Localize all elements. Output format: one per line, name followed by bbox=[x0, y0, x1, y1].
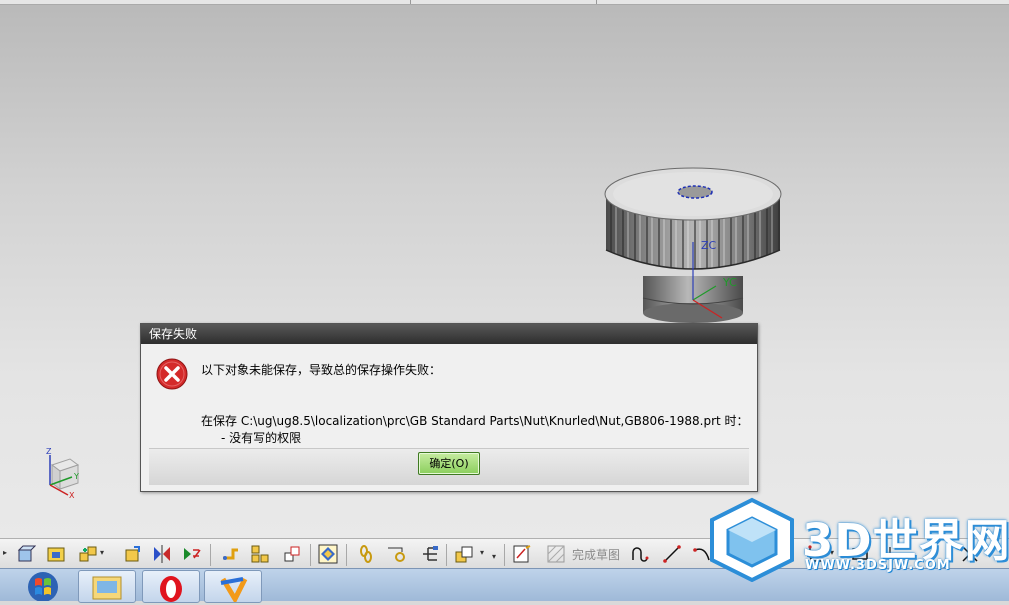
top-border bbox=[0, 0, 1009, 5]
finish-sketch-label[interactable]: 完成草图 bbox=[572, 546, 620, 563]
folder-icon bbox=[92, 576, 122, 600]
sketch-plane-icon[interactable] bbox=[454, 544, 474, 564]
constraint-navigator-icon[interactable] bbox=[386, 544, 406, 564]
opera-icon bbox=[160, 576, 182, 602]
assembly-dropdown-icon[interactable]: ▾ bbox=[100, 548, 104, 557]
watermark-logo: 3D世界网 WWW.3DSJW.COM bbox=[700, 492, 1009, 582]
constraint-icon[interactable] bbox=[182, 544, 202, 564]
sketch-icon[interactable] bbox=[512, 544, 532, 564]
triad-y-label: Y bbox=[73, 472, 79, 481]
error-icon bbox=[156, 358, 188, 390]
wave-geometry-icon[interactable] bbox=[220, 544, 240, 564]
overflow-dropdown-icon[interactable]: ▾ bbox=[492, 552, 496, 561]
triad-z-label: Z bbox=[46, 447, 52, 456]
mirror-icon[interactable] bbox=[152, 544, 172, 564]
line-icon[interactable] bbox=[662, 544, 682, 564]
sketch-plane-dropdown-icon[interactable]: ▾ bbox=[480, 548, 484, 557]
reference-set-icon[interactable] bbox=[318, 544, 338, 564]
dialog-message-main: 以下对象未能保存，导致总的保存操作失败： bbox=[201, 363, 442, 377]
feature-icon[interactable] bbox=[46, 544, 66, 564]
move-component-icon[interactable] bbox=[122, 544, 142, 564]
dialog-message-reason: - 没有写的权限 bbox=[221, 431, 302, 445]
yc-axis-label: YC bbox=[722, 276, 737, 289]
block-icon[interactable] bbox=[16, 544, 36, 564]
assembly-icon[interactable] bbox=[78, 544, 98, 564]
view-triad-icon: Z Y X bbox=[46, 447, 80, 500]
chain-icon[interactable] bbox=[356, 544, 376, 564]
components-icon[interactable] bbox=[250, 544, 270, 564]
start-orb-icon[interactable] bbox=[26, 571, 60, 601]
zc-axis-label: ZC bbox=[701, 239, 717, 252]
cube-logo-icon bbox=[710, 497, 794, 582]
taskbar-nx[interactable] bbox=[204, 570, 262, 605]
ok-button[interactable]: 确定(O) bbox=[418, 452, 480, 475]
dialog-title[interactable]: 保存失败 bbox=[141, 324, 757, 344]
triad-x-label: X bbox=[69, 491, 75, 500]
save-failed-dialog: 保存失败 以下对象未能保存，导致总的保存操作失败： 在保存 C:\ug\ug8.… bbox=[140, 323, 758, 492]
toolbar-grip-icon[interactable]: ▸ bbox=[3, 548, 7, 557]
nx-app-icon bbox=[220, 577, 248, 605]
taskbar-explorer[interactable] bbox=[78, 570, 136, 603]
finish-sketch-icon[interactable] bbox=[546, 544, 566, 564]
dialog-message-path: 在保存 C:\ug\ug8.5\localization\prc\GB Stan… bbox=[201, 414, 749, 428]
watermark-url: WWW.3DSJW.COM bbox=[805, 558, 951, 573]
nut-model[interactable]: ZC YC bbox=[598, 158, 788, 328]
assembly-navigator-icon[interactable] bbox=[420, 544, 440, 564]
link-body-icon[interactable] bbox=[282, 544, 302, 564]
taskbar-opera[interactable] bbox=[142, 570, 200, 603]
profile-icon[interactable] bbox=[630, 544, 650, 564]
